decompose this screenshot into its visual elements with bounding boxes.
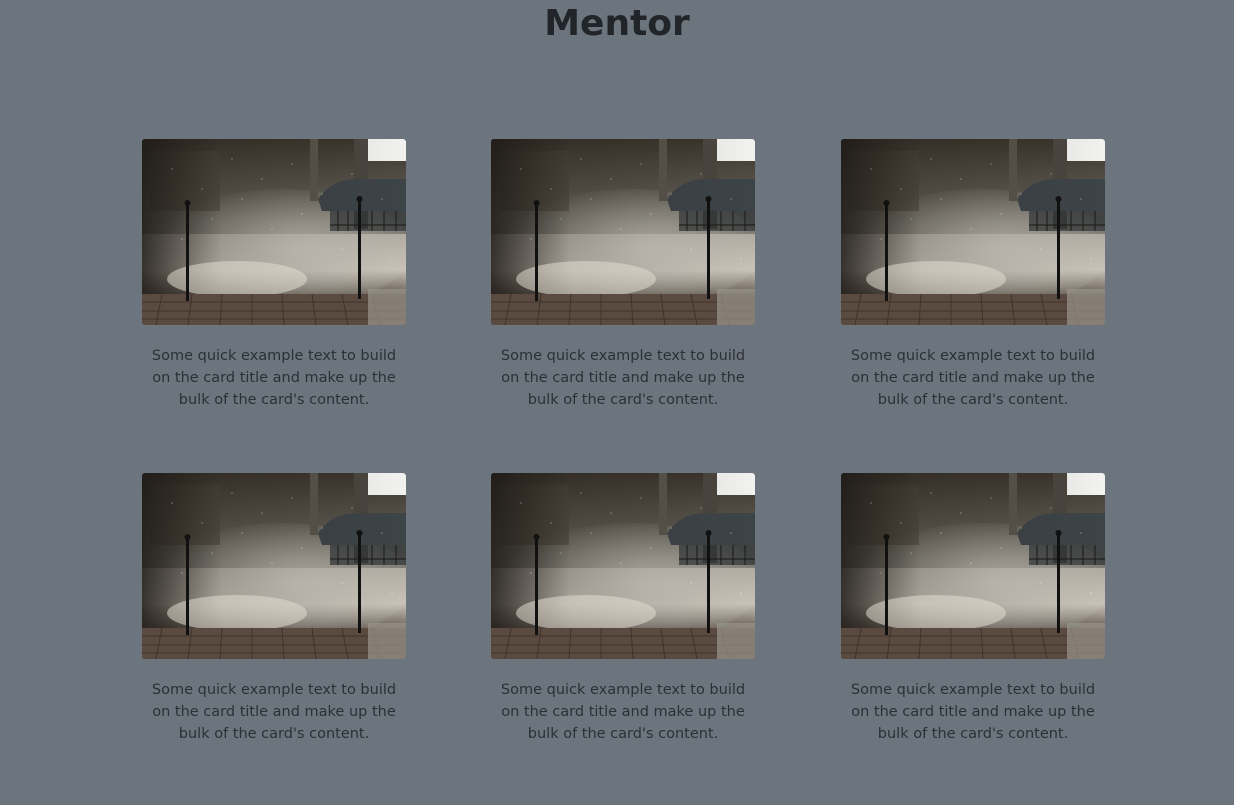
card-text: Some quick example text to build on the … xyxy=(850,348,1096,408)
card-image xyxy=(491,473,755,659)
card-image xyxy=(841,473,1105,659)
rainy-street-photo xyxy=(491,139,755,325)
card: Some quick example text to build on the … xyxy=(491,139,755,411)
card-text: Some quick example text to build on the … xyxy=(500,682,746,742)
card: Some quick example text to build on the … xyxy=(841,473,1105,745)
rainy-street-photo xyxy=(841,473,1105,659)
card-text: Some quick example text to build on the … xyxy=(500,348,746,408)
card: Some quick example text to build on the … xyxy=(142,139,406,411)
card-text: Some quick example text to build on the … xyxy=(151,348,397,408)
page-title: Mentor xyxy=(544,3,690,44)
rainy-street-photo xyxy=(142,139,406,325)
card: Some quick example text to build on the … xyxy=(491,473,755,745)
card-text: Some quick example text to build on the … xyxy=(151,682,397,742)
card-text: Some quick example text to build on the … xyxy=(850,682,1096,742)
card-image xyxy=(491,139,755,325)
card-image xyxy=(142,473,406,659)
rainy-street-photo xyxy=(142,473,406,659)
rainy-street-photo xyxy=(491,473,755,659)
card-image xyxy=(142,139,406,325)
card: Some quick example text to build on the … xyxy=(142,473,406,745)
card-image xyxy=(841,139,1105,325)
rainy-street-photo xyxy=(841,139,1105,325)
card: Some quick example text to build on the … xyxy=(841,139,1105,411)
